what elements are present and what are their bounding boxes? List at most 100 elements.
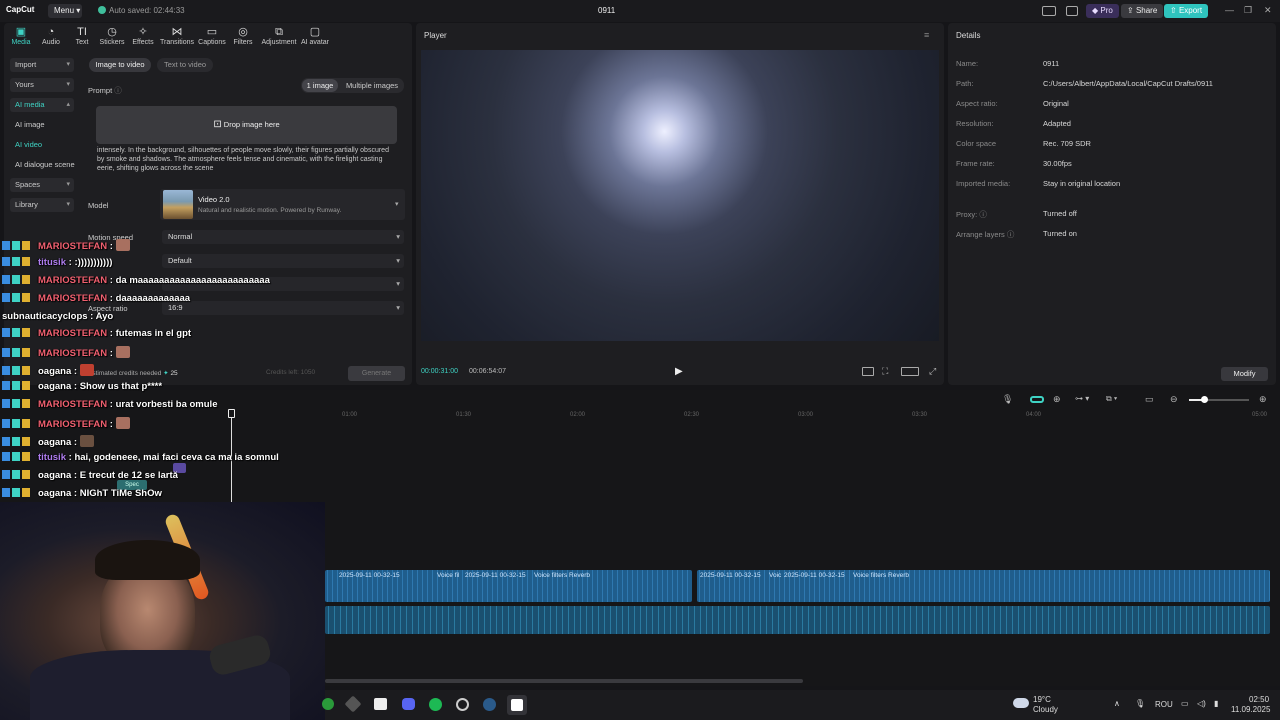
streamer-hair xyxy=(95,540,200,580)
zoom-slider-handle[interactable] xyxy=(1201,396,1208,403)
tool-transitions[interactable]: ⋈ Transitions xyxy=(160,26,194,46)
network-icon[interactable]: ▭ xyxy=(1181,699,1189,708)
modify-button[interactable]: Modify xyxy=(1221,367,1268,381)
sidebar-ai-media[interactable]: AI media ▴ xyxy=(10,98,74,112)
clock-time[interactable]: 02:50 xyxy=(1249,695,1269,704)
sidebar-library[interactable]: Library ▾ xyxy=(10,198,74,212)
tick-label: 03:00 xyxy=(798,412,814,418)
badge-icons xyxy=(2,488,36,497)
tab-image-to-video[interactable]: Image to video xyxy=(89,58,151,72)
link-icon[interactable] xyxy=(1030,396,1044,403)
tool-media[interactable]: ▣ Media xyxy=(4,26,38,46)
store-icon[interactable] xyxy=(374,698,387,710)
layout-icon[interactable] xyxy=(1042,6,1056,16)
weather-desc[interactable]: Cloudy xyxy=(1033,705,1058,714)
model-select[interactable] xyxy=(160,189,405,220)
menu-icon[interactable]: ≡ xyxy=(924,30,929,40)
sidebar-ai-video[interactable]: AI video xyxy=(10,138,74,152)
sidebar-ai-dialogue[interactable]: AI dialogue scene xyxy=(10,158,82,172)
tick-label: 05:00 xyxy=(1252,412,1268,418)
zoom-in-icon[interactable]: ⊕ xyxy=(1259,394,1267,405)
tool-effects[interactable]: ✧ Effects xyxy=(126,26,160,46)
timeline-scrollbar[interactable] xyxy=(325,679,803,683)
pro-button[interactable]: ◆ Pro xyxy=(1086,4,1119,18)
maximize-icon[interactable]: ❐ xyxy=(1244,5,1252,16)
badge-icons xyxy=(2,399,36,408)
prompt-text[interactable]: intensely. In the background, silhouette… xyxy=(97,146,397,173)
weather-temp[interactable]: 19°C xyxy=(1033,695,1051,704)
credits-left: Credits left: 1050 xyxy=(266,369,316,376)
badge-icons xyxy=(2,275,36,284)
proxy-value: Turned off xyxy=(1043,209,1077,218)
minimize-icon[interactable]: — xyxy=(1225,5,1234,15)
tick-label: 02:30 xyxy=(684,412,700,418)
tool-text[interactable]: TI Text xyxy=(65,26,99,46)
control-select[interactable]: Default ▾ xyxy=(162,254,404,268)
zoom-out-icon[interactable]: ⊖ xyxy=(1170,394,1178,405)
audio-track-secondary[interactable] xyxy=(325,606,1270,634)
proxy-key: Proxy: ⓘ xyxy=(956,210,987,219)
play-icon[interactable]: ▶ xyxy=(675,366,683,377)
battery-icon[interactable]: ▮ xyxy=(1214,699,1218,708)
spotify-icon[interactable] xyxy=(429,698,442,711)
generate-button[interactable]: Generate xyxy=(348,366,405,381)
volume-icon[interactable]: ◁) xyxy=(1197,699,1206,708)
share-button[interactable]: ⇪ Share xyxy=(1121,4,1164,18)
sidebar-ai-image[interactable]: AI image xyxy=(10,118,74,132)
playhead-handle[interactable] xyxy=(228,409,235,418)
sidebar-yours[interactable]: Yours ▾ xyxy=(10,78,74,92)
tool-adjustment[interactable]: ⧉ Adjustment xyxy=(261,26,297,46)
shortcuts-icon[interactable] xyxy=(1066,6,1078,16)
text-icon: TI xyxy=(77,26,87,38)
chat-message: oagana : Show us that p**** xyxy=(2,381,162,392)
fullscreen-icon[interactable]: ⤢ xyxy=(929,366,936,377)
motion-speed-select[interactable]: Normal ▾ xyxy=(162,230,404,244)
sidebar-import[interactable]: Import ▾ xyxy=(10,58,74,72)
audio-clip[interactable] xyxy=(697,570,1270,602)
cloud-icon xyxy=(1013,698,1029,708)
split-icon[interactable]: ⧉ ▾ xyxy=(1106,394,1117,404)
audio-icon: ◔ xyxy=(47,26,55,38)
clock-date[interactable]: 11.09.2025 xyxy=(1231,705,1270,714)
tab-text-to-video[interactable]: Text to video xyxy=(157,58,213,72)
tool-stickers[interactable]: ◷ Stickers xyxy=(95,26,129,46)
preview-axis-icon[interactable]: ⊶ ▾ xyxy=(1075,394,1089,403)
tool-filters[interactable]: ◎ Filters xyxy=(226,26,260,46)
sidebar-spaces[interactable]: Spaces ▾ xyxy=(10,178,74,192)
microphone-icon[interactable]: 🎙 xyxy=(1135,699,1145,708)
chevron-up-icon[interactable]: ∧ xyxy=(1114,699,1120,708)
model-thumbnail xyxy=(163,190,193,219)
steam-icon[interactable] xyxy=(483,698,496,711)
filters-icon: ◎ xyxy=(238,26,248,38)
screen-icon[interactable]: ▭ xyxy=(1145,394,1154,405)
tool-ai-avatar[interactable]: ▢ AI avatar xyxy=(298,26,332,46)
video-preview[interactable] xyxy=(421,50,939,341)
close-icon[interactable]: ✕ xyxy=(1264,5,1272,16)
export-button[interactable]: ⇧ Export xyxy=(1164,4,1209,18)
tool-audio[interactable]: ◔ Audio xyxy=(34,26,68,46)
drop-image-zone[interactable]: ⊡ Drop image here xyxy=(96,106,397,144)
menu-button[interactable]: Menu ▾ xyxy=(48,4,82,18)
tool-captions[interactable]: ▭ Captions xyxy=(195,26,229,46)
one-image-option[interactable]: 1 image xyxy=(302,79,338,92)
microphone-icon[interactable]: 🎙 xyxy=(1002,394,1013,405)
aspect-ratio-select[interactable]: 16:9 ▾ xyxy=(162,301,404,315)
detail-key: Imported media: xyxy=(956,179,1011,188)
crop-icon[interactable]: ⛶ xyxy=(882,366,888,377)
discord-icon[interactable] xyxy=(402,698,415,710)
detail-value: C:/Users/Albert/AppData/Local/CapCut Dra… xyxy=(1043,79,1213,88)
arrange-layers-key: Arrange layers ⓘ xyxy=(956,230,1015,239)
emote-icon xyxy=(115,346,130,358)
ratio-icon[interactable] xyxy=(862,367,874,376)
quality-icon[interactable] xyxy=(901,367,919,376)
snap-icon[interactable]: ⊕ xyxy=(1053,394,1061,405)
adjustment-icon: ⧉ xyxy=(275,26,283,38)
language-indicator[interactable]: ROU xyxy=(1155,700,1173,709)
project-title: 0911 xyxy=(598,6,616,15)
browser-icon[interactable] xyxy=(322,698,334,710)
obs-icon[interactable] xyxy=(456,698,469,711)
credits-estimate: Estimated credits needed ✦ 25 xyxy=(88,370,178,377)
image-icon: ⊡ xyxy=(213,119,222,130)
multiple-images-option[interactable]: Multiple images xyxy=(342,79,402,92)
total-time: 00:06:54:07 xyxy=(469,368,506,375)
